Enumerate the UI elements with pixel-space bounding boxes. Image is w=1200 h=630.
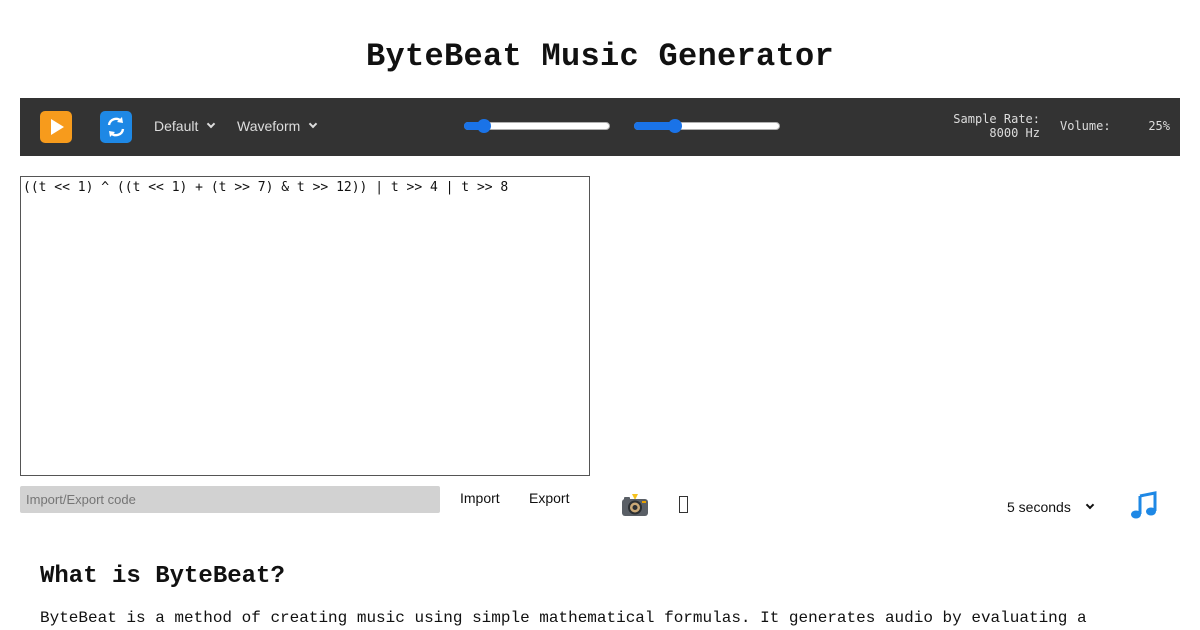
export-button[interactable]: Export [529, 490, 569, 506]
screenshot-button[interactable] [621, 492, 649, 518]
loop-icon [107, 117, 125, 137]
page-title: ByteBeat Music Generator [365, 38, 835, 75]
section-heading: What is ByteBeat? [40, 563, 285, 590]
style-select[interactable]: Default [154, 113, 216, 139]
play-icon [51, 119, 64, 135]
play-button[interactable] [40, 111, 72, 143]
sample-rate-value: 8000 Hz [989, 126, 1040, 140]
sample-rate-slider[interactable] [462, 119, 612, 133]
camera-icon [622, 494, 648, 516]
chevron-down-icon [1085, 500, 1095, 510]
section-paragraph: ByteBeat is a method of creating music u… [40, 609, 1087, 627]
generate-audio-button[interactable] [1129, 490, 1159, 520]
duration-select-value: 5 seconds [1007, 499, 1071, 515]
toolbar: Default Waveform Sample Rate: 8000 Hz Vo… [20, 98, 1180, 156]
chevron-down-icon [309, 119, 318, 129]
unknown-icon[interactable] [679, 496, 688, 513]
visualization-select[interactable]: Waveform [237, 113, 318, 139]
duration-select[interactable]: 5 seconds [1007, 499, 1095, 515]
sample-rate-label: Sample Rate: [953, 112, 1040, 126]
import-button[interactable]: Import [460, 490, 500, 506]
volume-label: Volume: [1060, 119, 1111, 133]
volume-slider[interactable] [632, 119, 782, 133]
loop-button[interactable] [100, 111, 132, 143]
import-export-input[interactable] [20, 486, 440, 513]
visualization-select-value: Waveform [237, 118, 301, 134]
music-note-icon [1131, 491, 1157, 519]
slider-thumb[interactable] [477, 119, 492, 133]
code-editor[interactable]: ((t << 1) ^ ((t << 1) + (t >> 7) & t >> … [20, 176, 590, 476]
volume-value: 25% [1148, 119, 1170, 133]
chevron-down-icon [207, 119, 216, 129]
slider-thumb[interactable] [667, 119, 682, 133]
style-select-value: Default [154, 118, 199, 134]
